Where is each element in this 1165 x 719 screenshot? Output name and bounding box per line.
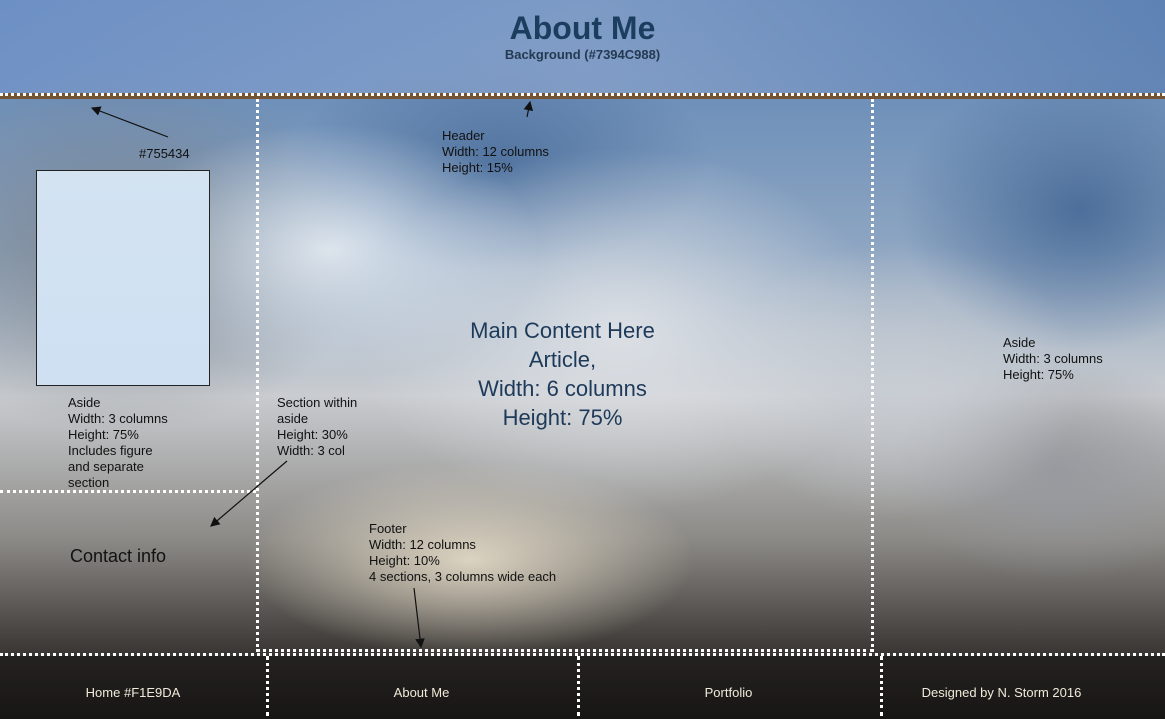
section-arrow	[210, 460, 288, 527]
border-arrow	[90, 106, 169, 138]
annotation-arrows	[90, 100, 534, 649]
footer-arrow	[413, 587, 425, 649]
header-arrow	[523, 100, 534, 118]
